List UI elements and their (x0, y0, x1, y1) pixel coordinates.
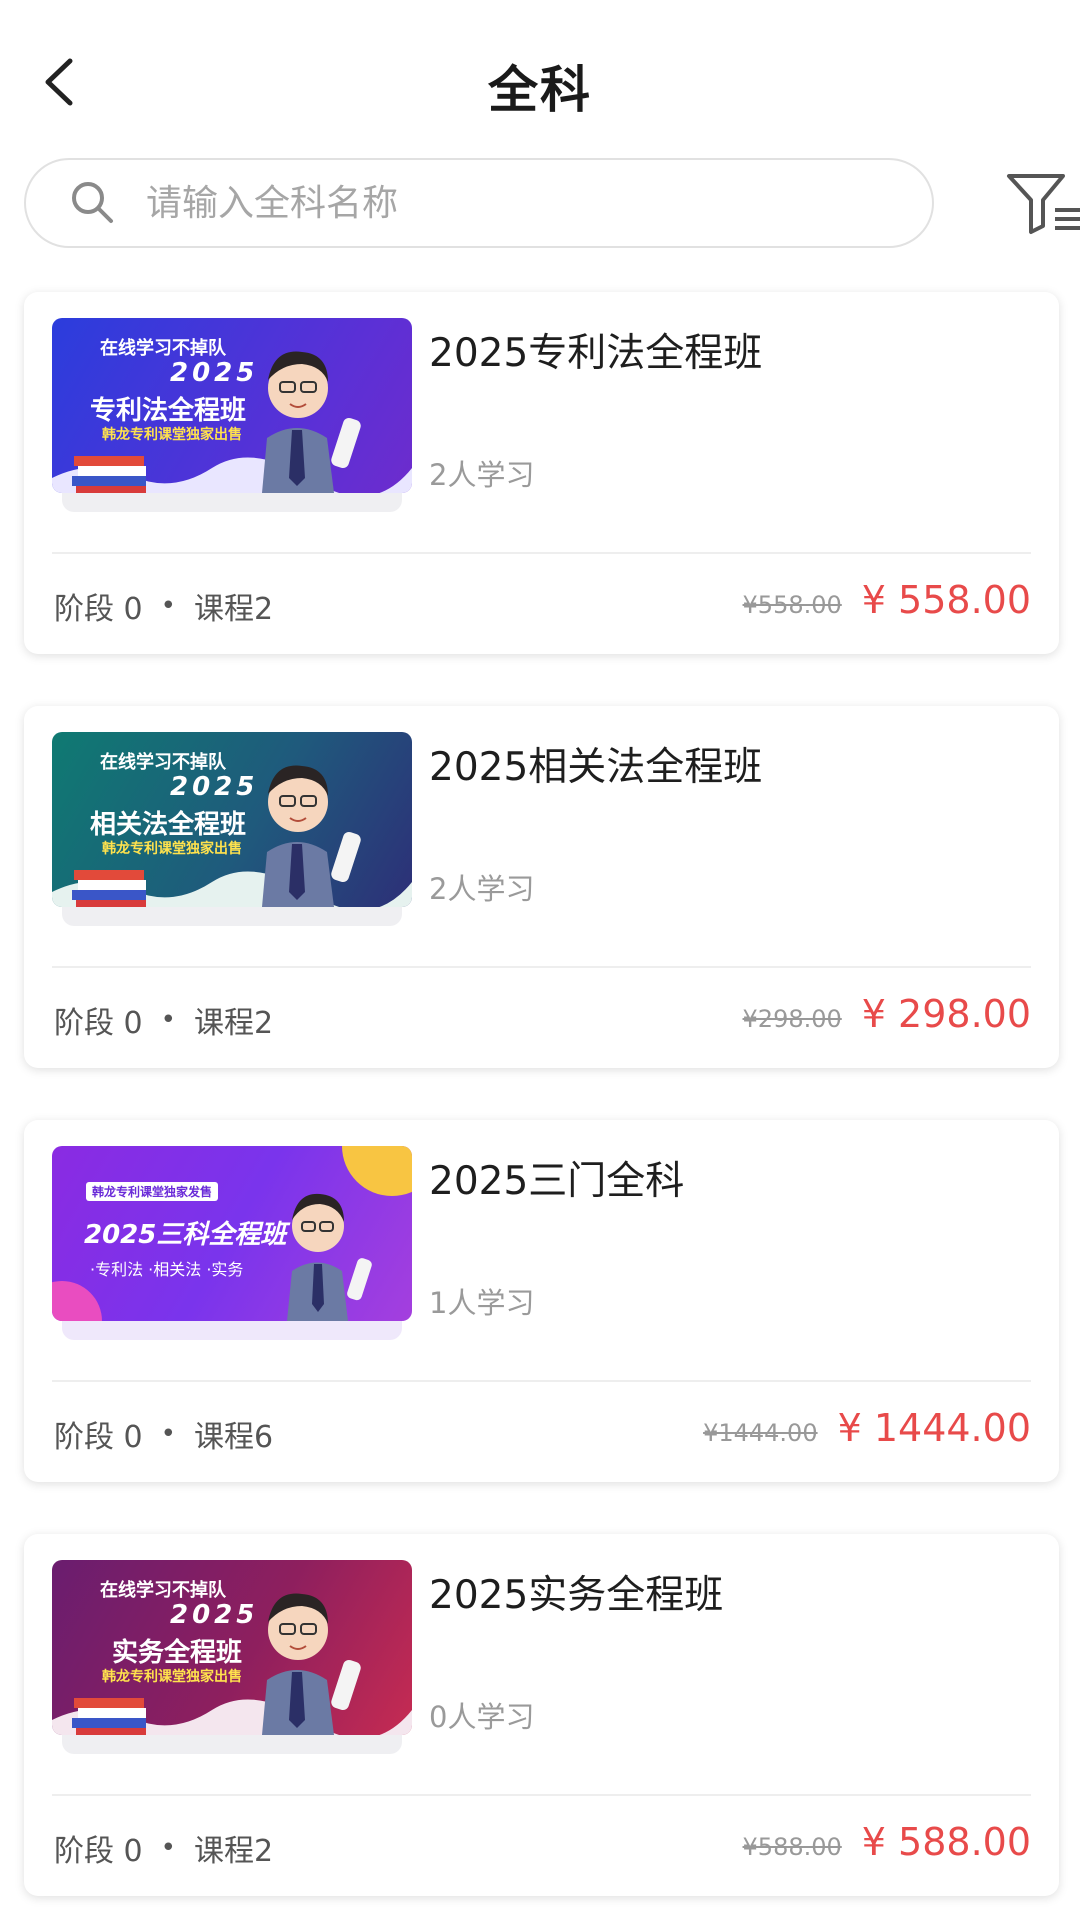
divider (52, 1794, 1031, 1796)
page-title: 全科 (488, 61, 592, 119)
course-card[interactable]: 在线学习不掉队 2025 相关法全程班 韩龙专利课堂独家出售 2025相关法全程… (24, 706, 1059, 1068)
course-title: 2025相关法全程班 (429, 745, 763, 790)
thumbnail-text-line2: 2025 (170, 772, 259, 802)
stage-count: 阶段 0 (54, 1420, 143, 1455)
divider (52, 1380, 1031, 1382)
learner-count: 0人学习 (429, 1700, 535, 1734)
course-card[interactable]: 韩龙专利课堂独家发售 2025三科全程班 ·专利法 ·相关法 ·实务 2025三… (24, 1120, 1059, 1482)
current-price: ¥ 558.00 (861, 578, 1031, 622)
current-price: ¥ 1444.00 (837, 1406, 1031, 1450)
learner-count: 1人学习 (429, 1286, 535, 1320)
original-price: ¥1444.00 (703, 1419, 818, 1447)
original-price: ¥558.00 (742, 591, 842, 619)
divider (52, 552, 1031, 554)
thumbnail-text-line1: 在线学习不掉队 (100, 1580, 226, 1601)
search-input[interactable] (146, 182, 846, 224)
original-price: ¥588.00 (742, 1833, 842, 1861)
thumbnail-text-line4: 韩龙专利课堂独家出售 (102, 841, 242, 857)
price-block: ¥588.00 ¥ 588.00 (743, 1820, 1031, 1864)
search-box[interactable] (24, 158, 934, 248)
price-block: ¥558.00 ¥ 558.00 (743, 578, 1031, 622)
price-block: ¥1444.00 ¥ 1444.00 (703, 1406, 1031, 1450)
header: 全科 (0, 0, 1080, 170)
course-title: 2025实务全程班 (429, 1573, 724, 1618)
thumbnail-text-line2: 2025三科全程班 (84, 1220, 287, 1250)
thumbnail-text-line4: 韩龙专利课堂独家出售 (102, 427, 242, 443)
separator-dot: • (160, 591, 176, 621)
lesson-count: 课程2 (193, 1006, 274, 1041)
thumbnail-text-line2: 2025 (170, 1600, 259, 1630)
course-thumbnail: 在线学习不掉队 2025 专利法全程班 韩龙专利课堂独家出售 (52, 318, 412, 493)
thumbnail-text-line3: 实务全程班 (112, 1638, 243, 1668)
course-thumbnail: 韩龙专利课堂独家发售 2025三科全程班 ·专利法 ·相关法 ·实务 (52, 1146, 412, 1321)
thumbnail-text-line1: 韩龙专利课堂独家发售 (86, 1182, 219, 1201)
course-title: 2025三门全科 (429, 1159, 685, 1204)
learner-count: 2人学习 (429, 872, 535, 906)
current-price: ¥ 588.00 (861, 1820, 1031, 1864)
learner-count: 2人学习 (429, 458, 535, 492)
course-meta: 阶段 0 • 课程2 (54, 998, 273, 1042)
thumbnail-text-line1: 在线学习不掉队 (100, 338, 226, 359)
thumbnail-text-line3: ·专利法 ·相关法 ·实务 (90, 1260, 244, 1279)
course-card[interactable]: 在线学习不掉队 2025 实务全程班 韩龙专利课堂独家出售 2025实务全程班 … (24, 1534, 1059, 1896)
lesson-count: 课程2 (193, 1834, 274, 1869)
thumbnail-text-line3: 专利法全程班 (90, 396, 247, 426)
thumbnail-text-line3: 相关法全程班 (90, 810, 247, 840)
divider (52, 966, 1031, 968)
course-meta: 阶段 0 • 课程6 (54, 1412, 273, 1456)
separator-dot: • (160, 1419, 176, 1449)
filter-button[interactable] (1005, 170, 1080, 236)
separator-dot: • (160, 1005, 176, 1035)
stage-count: 阶段 0 (54, 592, 143, 627)
course-title: 2025专利法全程班 (429, 331, 763, 376)
thumbnail-text-line1: 在线学习不掉队 (100, 752, 226, 773)
thumbnail-text-line4: 韩龙专利课堂独家出售 (102, 1669, 242, 1685)
course-thumbnail: 在线学习不掉队 2025 实务全程班 韩龙专利课堂独家出售 (52, 1560, 412, 1735)
course-thumbnail: 在线学习不掉队 2025 相关法全程班 韩龙专利课堂独家出售 (52, 732, 412, 907)
lesson-count: 课程6 (193, 1420, 274, 1455)
stage-count: 阶段 0 (54, 1006, 143, 1041)
course-card[interactable]: 在线学习不掉队 2025 专利法全程班 韩龙专利课堂独家出售 2025专利法全程… (24, 292, 1059, 654)
thumbnail-text-line2: 2025 (170, 358, 259, 388)
original-price: ¥298.00 (742, 1005, 842, 1033)
filter-icon (1007, 174, 1080, 234)
course-meta: 阶段 0 • 课程2 (54, 584, 273, 628)
lesson-count: 课程2 (193, 592, 274, 627)
current-price: ¥ 298.00 (861, 992, 1031, 1036)
search-icon (72, 182, 113, 223)
price-block: ¥298.00 ¥ 298.00 (743, 992, 1031, 1036)
stage-count: 阶段 0 (54, 1834, 143, 1869)
course-meta: 阶段 0 • 课程2 (54, 1826, 273, 1870)
separator-dot: • (160, 1833, 176, 1863)
